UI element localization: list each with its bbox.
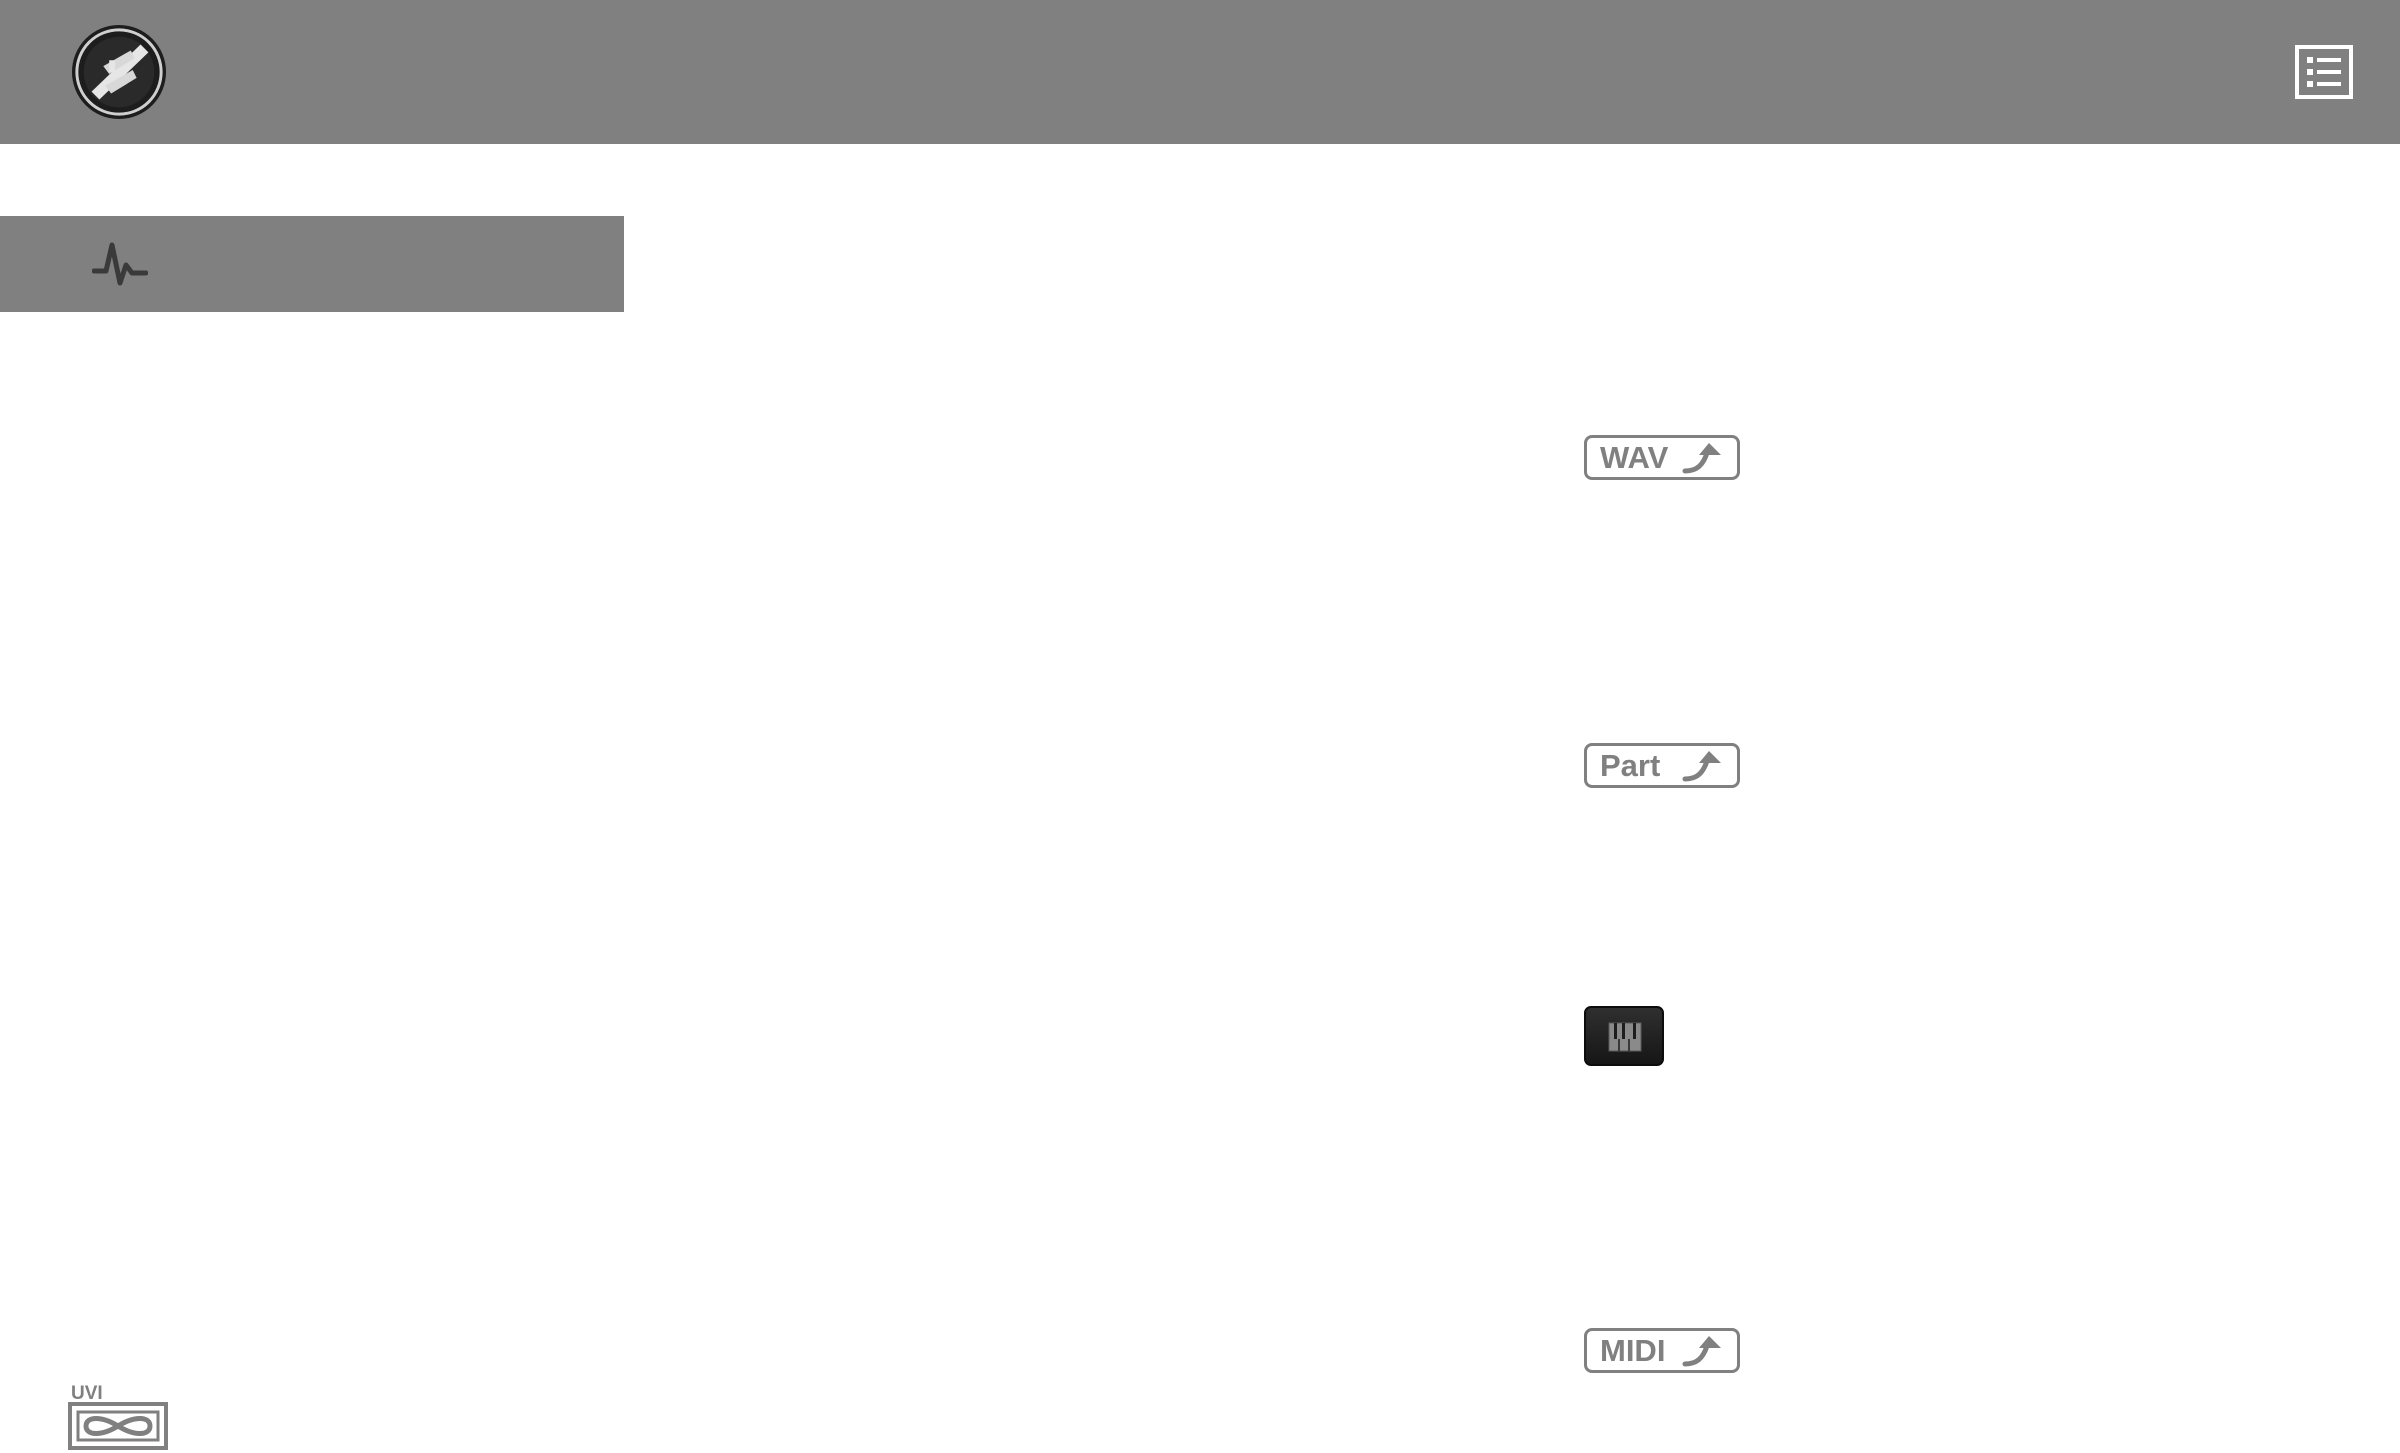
piano-keys-icon: [1608, 1022, 1642, 1052]
export-arrow-icon: [1682, 751, 1721, 782]
app-window: WAV Part MIDI UVI: [0, 0, 2400, 1453]
circular-brand-logo-icon: [71, 24, 167, 120]
wav-export-button[interactable]: WAV: [1584, 435, 1740, 480]
waveform-icon: [92, 242, 148, 286]
export-arrow-icon: [1682, 1336, 1721, 1367]
midi-export-label: MIDI: [1600, 1333, 1666, 1368]
list-menu-icon[interactable]: [2295, 45, 2353, 99]
top-bar: [0, 0, 2400, 144]
export-arrow-icon: [1682, 443, 1721, 474]
wav-export-label: WAV: [1600, 440, 1669, 475]
midi-export-button[interactable]: MIDI: [1584, 1328, 1740, 1373]
part-export-label: Part: [1600, 748, 1661, 783]
keyboard-button[interactable]: [1584, 1006, 1664, 1066]
uvi-infinity-logo-icon: [68, 1402, 168, 1450]
part-export-button[interactable]: Part: [1584, 743, 1740, 788]
uvi-brand-logo: UVI: [68, 1384, 168, 1453]
